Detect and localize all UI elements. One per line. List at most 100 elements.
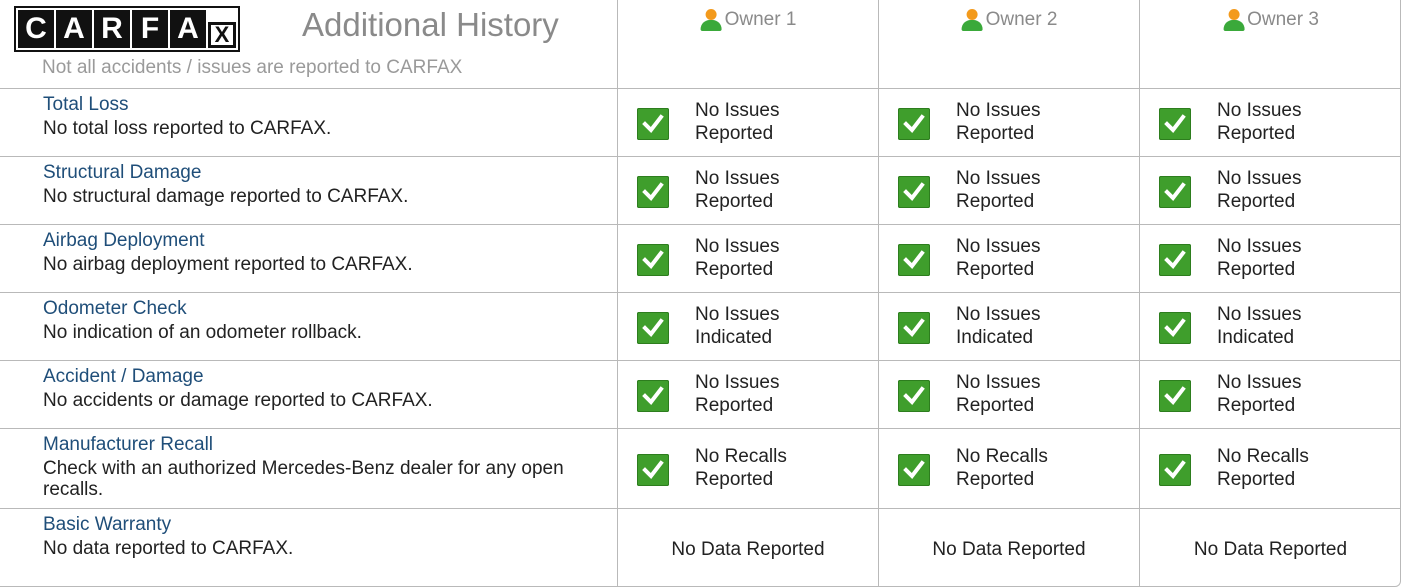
status-line: Indicated <box>695 327 773 348</box>
status-text: No Recalls Reported <box>695 445 787 491</box>
status-line: No Issues <box>956 168 1041 189</box>
logo-letter: A <box>56 10 92 48</box>
check-icon <box>637 312 669 344</box>
logo-letter: X <box>208 22 236 48</box>
status-line: Reported <box>956 469 1035 490</box>
status-line: Reported <box>1217 123 1296 144</box>
status-line: No Issues <box>1217 372 1302 393</box>
history-row-label-cell: Total Loss No total loss reported to CARF… <box>0 88 617 156</box>
status-line: Reported <box>695 259 774 280</box>
owner-1-status-cell: No Issues Indicated <box>617 292 878 360</box>
check-icon <box>637 454 669 486</box>
owner-header-1: Owner 1 <box>617 0 878 88</box>
history-item-description: No total loss reported to CARFAX. <box>43 118 332 139</box>
owner-icon <box>961 8 983 32</box>
owner-label: Owner 3 <box>1247 9 1319 30</box>
check-icon <box>637 380 669 412</box>
owner-label: Owner 1 <box>724 9 797 30</box>
owner-label: Owner 2 <box>985 9 1058 30</box>
status-line: No Issues <box>695 304 780 325</box>
logo-letter: R <box>94 10 130 48</box>
status-line: No Issues <box>695 236 780 257</box>
status-text: No Issues Reported <box>1217 235 1301 281</box>
status-text: No Issues Reported <box>695 371 779 417</box>
owner-2-status-cell: No Data Reported <box>878 508 1139 587</box>
history-item-description: No airbag deployment reported to CARFAX. <box>43 254 413 275</box>
check-icon <box>1159 176 1191 208</box>
owner-3-status-cell: No Issues Reported <box>1139 156 1401 224</box>
status-line: No Issues <box>695 372 780 393</box>
additional-history-panel: C A R F A X Additional History Not all a… <box>0 0 1403 588</box>
history-row-label-cell: Manufacturer Recall Check with an authori… <box>0 428 617 508</box>
history-item-title[interactable]: Accident / Damage <box>43 366 204 388</box>
owner-2-status-cell: No Issues Reported <box>878 88 1139 156</box>
status-line: Reported <box>1217 259 1296 280</box>
status-text: No Issues Reported <box>956 99 1040 145</box>
owner-1-status-cell: No Issues Reported <box>617 88 878 156</box>
owner-3-status-cell: No Data Reported <box>1139 508 1401 587</box>
logo-letter: F <box>132 10 168 48</box>
status-text: No Issues Indicated <box>956 303 1040 349</box>
status-line: No Issues <box>695 168 780 189</box>
status-line: No Issues <box>956 372 1041 393</box>
owner-3-status-cell: No Recalls Reported <box>1139 428 1401 508</box>
owner-2-status-cell: No Issues Indicated <box>878 292 1139 360</box>
owner-icon <box>1222 8 1245 32</box>
owner-2-status-cell: No Issues Reported <box>878 360 1139 428</box>
owner-icon <box>700 8 722 32</box>
status-line: No Issues <box>1217 100 1302 121</box>
status-line: Indicated <box>1217 327 1295 348</box>
status-line: No Recalls <box>1217 446 1309 467</box>
check-icon <box>1159 244 1191 276</box>
no-data-text: No Data Reported <box>1193 539 1348 560</box>
history-item-title[interactable]: Basic Warranty <box>43 514 171 536</box>
history-item-description: No indication of an odometer rollback. <box>43 322 362 343</box>
owner-1-status-cell: No Recalls Reported <box>617 428 878 508</box>
status-text: No Issues Reported <box>695 99 779 145</box>
check-icon <box>898 176 930 208</box>
history-item-title[interactable]: Structural Damage <box>43 162 201 184</box>
owner-1-status-cell: No Issues Reported <box>617 156 878 224</box>
carfax-logo: C A R F A X <box>14 6 240 52</box>
status-line: Reported <box>956 395 1035 416</box>
check-icon <box>898 380 930 412</box>
status-line: Reported <box>695 191 774 212</box>
owner-1-status-cell: No Data Reported <box>617 508 878 587</box>
status-text: No Issues Reported <box>1217 371 1301 417</box>
status-text: No Issues Reported <box>956 371 1040 417</box>
check-icon <box>898 108 930 140</box>
status-line: Reported <box>695 469 774 490</box>
status-text: No Issues Reported <box>956 167 1040 213</box>
status-line: No Issues <box>956 100 1041 121</box>
history-row-label-cell: Odometer Check No indication of an odomet… <box>0 292 617 360</box>
section-subtitle: Not all accidents / issues are reported … <box>42 57 463 78</box>
history-item-title[interactable]: Airbag Deployment <box>43 230 205 252</box>
history-item-description: No accidents or damage reported to CARFA… <box>43 390 433 411</box>
no-data-text: No Data Reported <box>932 539 1086 560</box>
status-line: Reported <box>1217 191 1296 212</box>
no-data-text: No Data Reported <box>671 539 825 560</box>
status-line: Indicated <box>956 327 1034 348</box>
status-line: Reported <box>956 191 1035 212</box>
status-text: No Issues Reported <box>695 167 779 213</box>
status-line: No Issues <box>956 304 1041 325</box>
check-icon <box>637 108 669 140</box>
owner-header-2: Owner 2 <box>878 0 1139 88</box>
history-item-description: No structural damage reported to CARFAX. <box>43 186 409 207</box>
history-item-title[interactable]: Total Loss <box>43 94 129 116</box>
header-brand-cell: C A R F A X Additional History Not all a… <box>0 0 617 88</box>
check-icon <box>898 454 930 486</box>
check-icon <box>1159 312 1191 344</box>
logo-letter: C <box>18 10 54 48</box>
history-item-title[interactable]: Odometer Check <box>43 298 187 320</box>
section-title: Additional History <box>302 6 559 43</box>
status-text: No Recalls Reported <box>1217 445 1309 491</box>
check-icon <box>637 176 669 208</box>
history-item-title[interactable]: Manufacturer Recall <box>43 434 213 456</box>
owner-2-status-cell: No Recalls Reported <box>878 428 1139 508</box>
status-text: No Issues Reported <box>1217 99 1301 145</box>
owner-3-status-cell: No Issues Indicated <box>1139 292 1401 360</box>
status-text: No Issues Reported <box>1217 167 1301 213</box>
owner-3-status-cell: No Issues Reported <box>1139 224 1401 292</box>
owner-2-status-cell: No Issues Reported <box>878 224 1139 292</box>
